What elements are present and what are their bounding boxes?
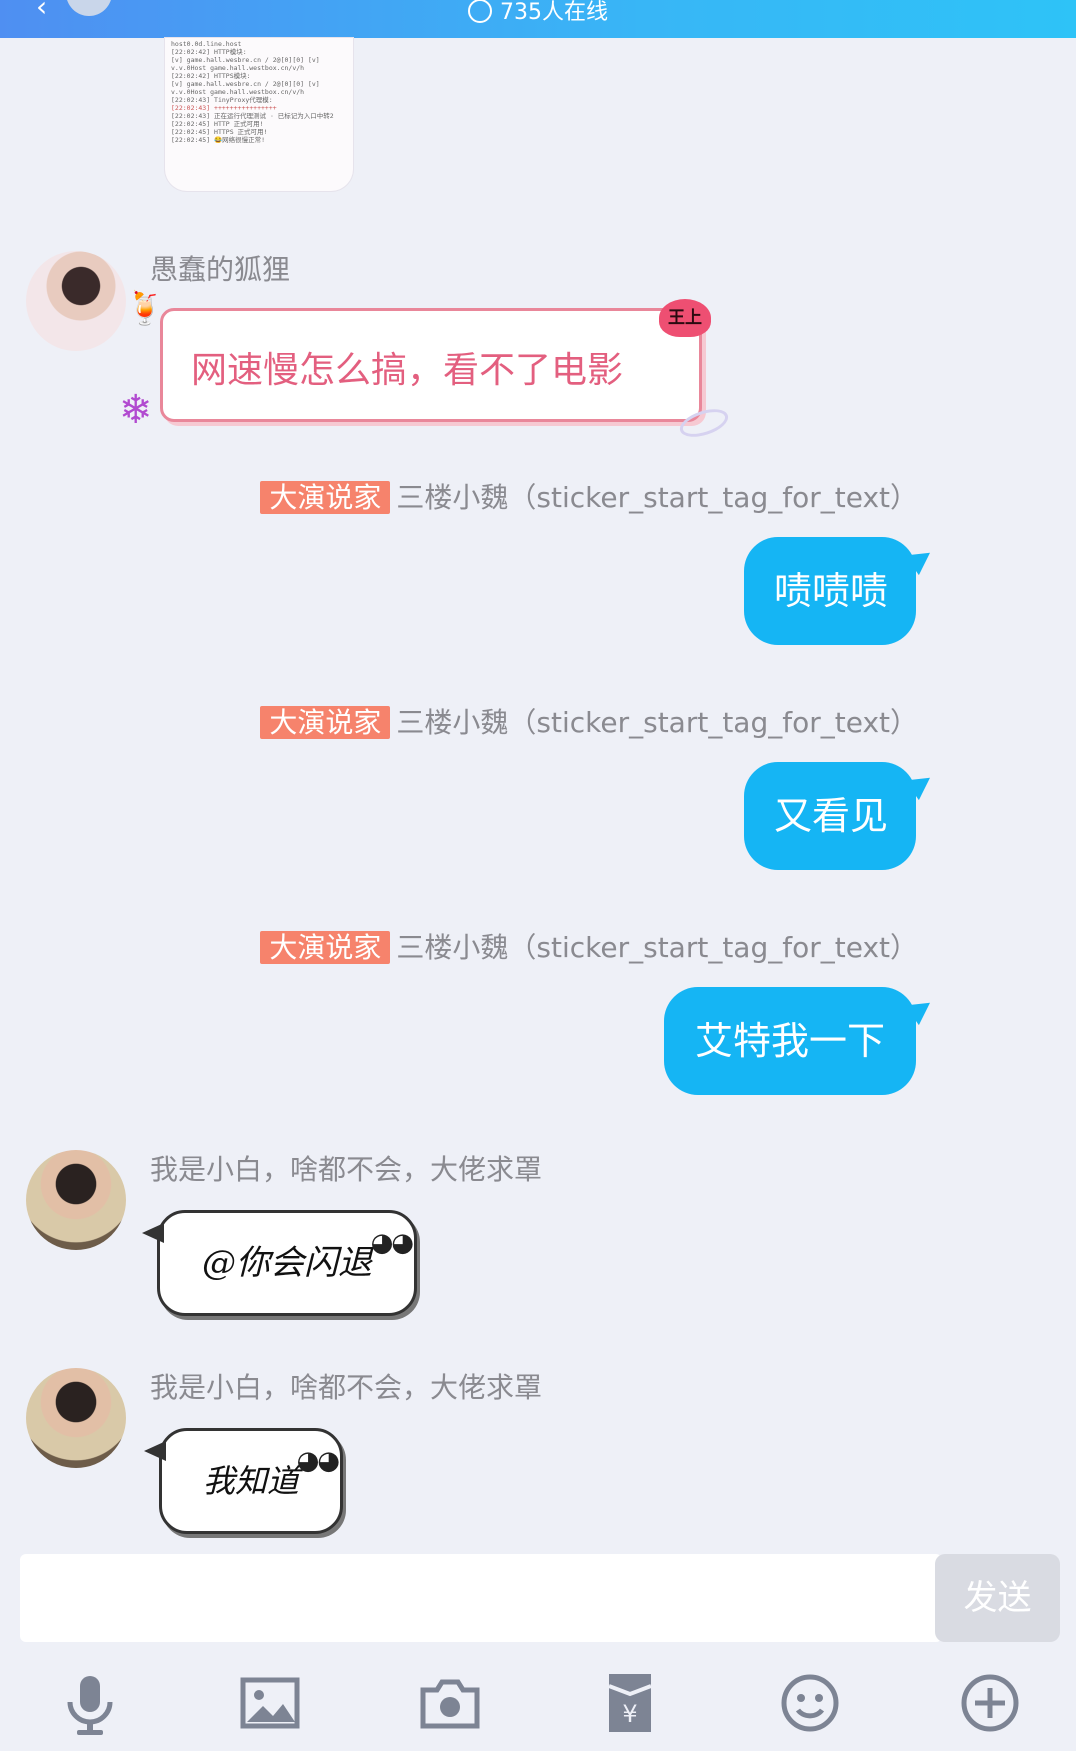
message-text: 艾特我一下 xyxy=(694,1019,885,1063)
eyes-icon: ◕◕ xyxy=(296,1446,340,1476)
title-badge: 大演说家 xyxy=(260,706,391,739)
send-button[interactable]: 发送 xyxy=(935,1554,1060,1642)
message-text: 啧啧啧 xyxy=(774,569,889,613)
message-text: @你会闪退 xyxy=(202,1243,372,1283)
bubble-tail xyxy=(905,542,937,576)
message-bubble[interactable]: 啧啧啧 xyxy=(744,537,937,645)
title-badge: 大演说家 xyxy=(260,481,391,514)
nickname: 愚蠢的狐狸 xyxy=(150,253,291,286)
mic-icon[interactable] xyxy=(55,1668,125,1738)
bubble-tail xyxy=(142,1223,164,1243)
online-status: 735人在线 xyxy=(0,0,1076,26)
sender-name: 三楼小魏（sticker_start_tag_for_text） xyxy=(396,481,918,514)
red-packet-icon[interactable]: ¥ xyxy=(595,1668,665,1738)
eyes-icon: ◕◕ xyxy=(370,1228,414,1258)
image-message[interactable]: host0.0d.line.host [22:02:42] HTTP模块: [v… xyxy=(165,38,353,191)
message-bubble[interactable]: 又看见 xyxy=(744,762,937,870)
nickname: 我是小白，啥都不会，大佬求罩 xyxy=(150,1371,543,1404)
bubble-tail xyxy=(144,1441,166,1461)
title-badge: 王上 xyxy=(659,299,711,337)
title-badge: 大演说家 xyxy=(260,931,391,964)
sticker-message[interactable]: ◕◕ 我知道 xyxy=(144,1428,343,1534)
plus-icon[interactable] xyxy=(955,1668,1025,1738)
message-input[interactable] xyxy=(20,1554,942,1642)
sender-line: 大演说家 三楼小魏（sticker_start_tag_for_text） xyxy=(260,926,918,966)
ring-decoration xyxy=(676,403,732,443)
message-bubble[interactable]: 艾特我一下 xyxy=(664,987,937,1095)
sender-line: 大演说家 三楼小魏（sticker_start_tag_for_text） xyxy=(260,476,918,516)
message-bubble[interactable]: 🍹 ❄ 王上 网速慢怎么搞，看不了电影 xyxy=(119,289,732,443)
bubble-tail xyxy=(905,992,937,1026)
svg-text:¥: ¥ xyxy=(622,1700,637,1728)
snowflake-icon: ❄ xyxy=(119,387,153,433)
avatar[interactable] xyxy=(26,1368,126,1468)
sticker-message[interactable]: ◕◕ @你会闪退 xyxy=(142,1210,417,1316)
avatar[interactable] xyxy=(26,1150,126,1250)
emoji-icon[interactable] xyxy=(775,1668,845,1738)
image-icon[interactable] xyxy=(235,1668,305,1738)
sender-line: 大演说家 三楼小魏（sticker_start_tag_for_text） xyxy=(260,701,918,741)
sender-name: 三楼小魏（sticker_start_tag_for_text） xyxy=(396,931,918,964)
top-bar: ‹ 735人在线 xyxy=(0,0,1076,38)
nickname: 我是小白，啥都不会，大佬求罩 xyxy=(150,1153,543,1186)
message-text: 网速慢怎么搞，看不了电影 xyxy=(191,350,624,391)
online-icon xyxy=(468,0,492,23)
message-text: 又看见 xyxy=(774,794,889,838)
sender-name: 三楼小魏（sticker_start_tag_for_text） xyxy=(396,706,918,739)
bubble-tail xyxy=(905,767,937,801)
drink-icon: 🍹 xyxy=(125,289,165,327)
message-text: 我知道 xyxy=(202,1462,299,1500)
camera-icon[interactable] xyxy=(415,1668,485,1738)
bottom-toolbar: ¥ xyxy=(0,1660,1076,1750)
avatar[interactable] xyxy=(26,251,126,351)
